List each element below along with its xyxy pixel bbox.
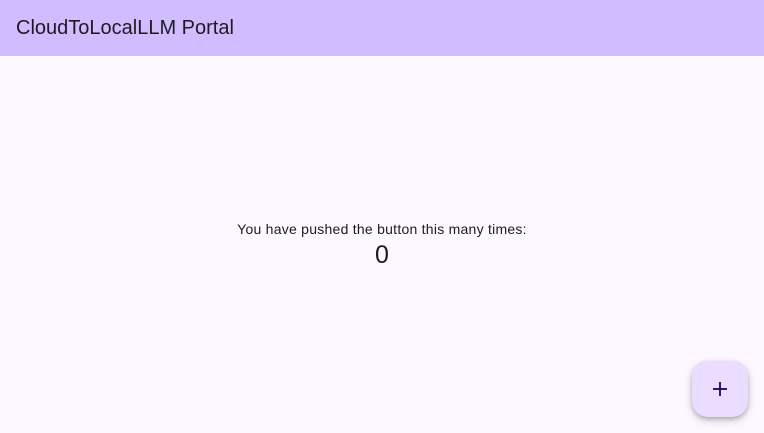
app-bar: CloudToLocalLLM Portal	[0, 0, 764, 56]
increment-button[interactable]	[692, 361, 748, 417]
counter-panel: You have pushed the button this many tim…	[0, 56, 764, 433]
counter-value: 0	[375, 240, 389, 269]
main-content: You have pushed the button this many tim…	[0, 56, 764, 433]
app-title: CloudToLocalLLM Portal	[16, 16, 234, 39]
plus-icon	[712, 381, 728, 397]
counter-message: You have pushed the button this many tim…	[237, 220, 527, 237]
